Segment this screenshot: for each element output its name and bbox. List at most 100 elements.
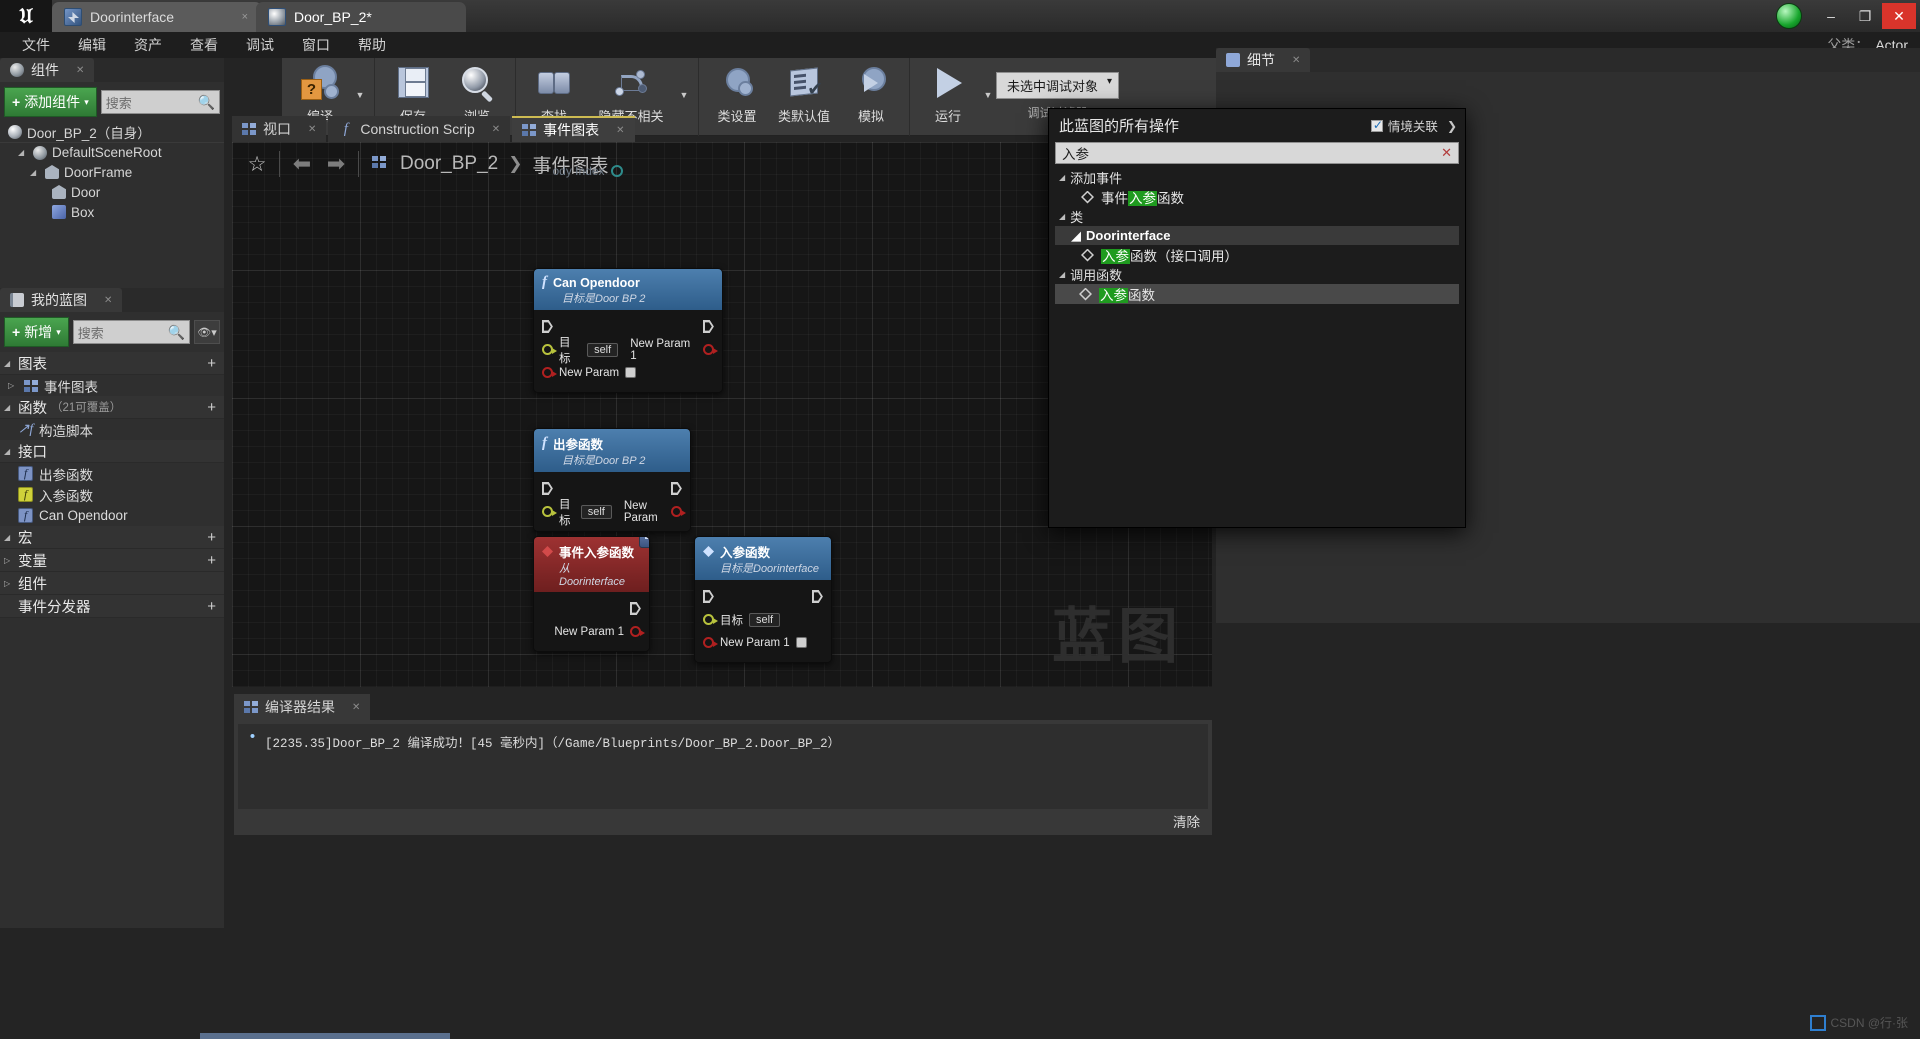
chevron-icon[interactable]: ◢ bbox=[1059, 173, 1065, 182]
tree-item-box[interactable]: Box bbox=[0, 202, 224, 222]
tree-item-door[interactable]: Door bbox=[0, 182, 224, 202]
window-tab-door-bp-2[interactable]: Door_BP_2* bbox=[256, 2, 466, 32]
add-function-button[interactable]: + bbox=[207, 399, 216, 416]
minimize-button[interactable]: – bbox=[1814, 3, 1848, 29]
target-self-chip[interactable]: self bbox=[587, 342, 619, 357]
exec-output-pin[interactable] bbox=[703, 320, 714, 333]
menu-file[interactable]: 文件 bbox=[8, 32, 64, 58]
tab-construction-script[interactable]: f Construction Scrip ✕ bbox=[328, 116, 511, 142]
new-param-1-output-pin[interactable] bbox=[630, 626, 645, 637]
blueprint-action-palette[interactable]: 此蓝图的所有操作 情境关联 ❯ 入参 ✕ ◢ 添加事件 事件入参函数 ◢ 类 bbox=[1048, 108, 1466, 528]
my-blueprint-search-input[interactable]: 搜索 🔍 bbox=[72, 320, 190, 344]
chevron-icon[interactable]: ▷ bbox=[4, 579, 14, 588]
chevron-icon[interactable]: ▷ bbox=[4, 556, 14, 565]
add-dispatcher-button[interactable]: + bbox=[207, 598, 216, 615]
chevron-icon[interactable]: ◢ bbox=[18, 148, 28, 157]
close-icon[interactable]: ✕ bbox=[308, 124, 316, 135]
palette-search-input[interactable]: 入参 ✕ bbox=[1055, 142, 1459, 164]
section-macros[interactable]: ◢ 宏 + bbox=[0, 526, 224, 549]
exec-output-pin[interactable] bbox=[630, 602, 641, 615]
list-item-chucan-function[interactable]: f 出参函数 bbox=[0, 463, 224, 484]
back-arrow-icon[interactable]: ⬅ bbox=[285, 147, 319, 181]
add-new-button[interactable]: + 新增 ▾ bbox=[4, 317, 69, 347]
close-icon[interactable]: ✕ bbox=[76, 65, 84, 76]
new-param-1-input-pin[interactable] bbox=[703, 637, 718, 648]
tab-compiler-results[interactable]: 编译器结果 ✕ bbox=[234, 694, 371, 720]
section-event-dispatchers[interactable]: ▾ 事件分发器 + bbox=[0, 595, 224, 618]
exec-input-pin[interactable] bbox=[542, 320, 553, 333]
add-component-button[interactable]: + 添加组件 ▾ bbox=[4, 87, 97, 117]
exec-input-pin[interactable] bbox=[542, 482, 553, 495]
target-input-pin[interactable] bbox=[542, 344, 557, 355]
node-event-rucan-function[interactable]: 事件入参函数 从 Doorinterface New Param 1 bbox=[533, 536, 650, 652]
chevron-icon[interactable]: ◢ bbox=[4, 403, 14, 412]
palette-item-rucan-function[interactable]: 入参函数 bbox=[1055, 284, 1459, 304]
section-components[interactable]: ▷ 组件 bbox=[0, 572, 224, 595]
node-chucan-function[interactable]: f 出参函数 目标是Door BP 2 目标 self New Param bbox=[533, 428, 691, 532]
clear-icon[interactable]: ✕ bbox=[1441, 145, 1452, 161]
close-button[interactable]: ✕ bbox=[1882, 3, 1916, 29]
menu-assets[interactable]: 资产 bbox=[120, 32, 176, 58]
menu-view[interactable]: 查看 bbox=[176, 32, 232, 58]
palette-category-call-function[interactable]: ◢ 调用函数 bbox=[1055, 265, 1459, 284]
node-can-opendoor[interactable]: f Can Opendoor 目标是Door BP 2 目标 self New … bbox=[533, 268, 723, 393]
chevron-icon[interactable]: ▷ bbox=[8, 381, 18, 390]
palette-category-add-event[interactable]: ◢ 添加事件 bbox=[1055, 168, 1459, 187]
tree-item-doorframe[interactable]: ◢ DoorFrame bbox=[0, 162, 224, 182]
close-icon[interactable]: × bbox=[242, 11, 248, 23]
close-icon[interactable]: ✕ bbox=[616, 125, 624, 136]
visibility-options-button[interactable]: 👁▾ bbox=[194, 320, 220, 344]
palette-item-rucan-function-interface-call[interactable]: 入参函数（接口调用） bbox=[1055, 245, 1459, 265]
maximize-button[interactable]: ❐ bbox=[1848, 3, 1882, 29]
context-sensitive-toggle[interactable]: 情境关联 ❯ bbox=[1370, 116, 1457, 135]
chevron-icon[interactable]: ◢ bbox=[4, 447, 14, 456]
tab-viewport[interactable]: 视口 ✕ bbox=[232, 116, 327, 142]
section-functions[interactable]: ◢ 函数 （21可覆盖） + bbox=[0, 396, 224, 419]
window-tab-doorinterface[interactable]: Doorinterface × bbox=[52, 2, 262, 32]
target-input-pin[interactable] bbox=[703, 614, 718, 625]
menu-help[interactable]: 帮助 bbox=[344, 32, 400, 58]
target-self-chip[interactable]: self bbox=[749, 612, 781, 627]
breadcrumb-root[interactable]: Door_BP_2 bbox=[400, 153, 498, 175]
list-item-can-opendoor[interactable]: f Can Opendoor bbox=[0, 505, 224, 526]
horizontal-scrollbar[interactable] bbox=[200, 1033, 450, 1039]
expand-icon[interactable]: ❯ bbox=[1447, 119, 1457, 133]
add-variable-button[interactable]: + bbox=[207, 552, 216, 569]
add-macro-button[interactable]: + bbox=[207, 529, 216, 546]
close-icon[interactable]: ✕ bbox=[492, 124, 500, 135]
palette-subheader-doorinterface[interactable]: ◢ Doorinterface bbox=[1055, 226, 1459, 245]
tab-event-graph[interactable]: 事件图表 ✕ bbox=[512, 116, 635, 142]
palette-item-event-rucan-function[interactable]: 事件入参函数 bbox=[1055, 187, 1459, 207]
chevron-icon[interactable]: ◢ bbox=[1071, 228, 1081, 244]
list-item-construction-script[interactable]: ↗ f 构造脚本 bbox=[0, 419, 224, 440]
target-self-chip[interactable]: self bbox=[580, 504, 612, 519]
tab-my-blueprint[interactable]: 我的蓝图 ✕ bbox=[0, 288, 123, 312]
checkbox-icon[interactable] bbox=[1370, 118, 1383, 132]
menu-window[interactable]: 窗口 bbox=[288, 32, 344, 58]
new-param-output-pin[interactable] bbox=[671, 506, 686, 517]
palette-category-class[interactable]: ◢ 类 bbox=[1055, 207, 1459, 226]
section-graphs[interactable]: ◢ 图表 + bbox=[0, 352, 224, 375]
chevron-icon[interactable]: ◢ bbox=[4, 359, 14, 368]
exec-output-pin[interactable] bbox=[671, 482, 682, 495]
node-rucan-function[interactable]: 入参函数 目标是Doorinterface 目标 self New Param bbox=[694, 536, 832, 663]
add-graph-button[interactable]: + bbox=[207, 355, 216, 372]
clear-button[interactable]: 清除 bbox=[1173, 811, 1200, 831]
new-param-1-checkbox[interactable] bbox=[795, 637, 807, 648]
close-icon[interactable]: ✕ bbox=[1292, 55, 1300, 66]
section-variables[interactable]: ▷ 变量 + bbox=[0, 549, 224, 572]
close-icon[interactable]: ✕ bbox=[104, 295, 112, 306]
chevron-icon[interactable]: ◢ bbox=[1059, 270, 1065, 279]
exec-output-pin[interactable] bbox=[812, 590, 823, 603]
section-interfaces[interactable]: ◢ 接口 bbox=[0, 440, 224, 463]
list-item-event-graph[interactable]: ▷ 事件图表 bbox=[0, 375, 224, 396]
tree-item-door-bp-2[interactable]: Door_BP_2（自身） bbox=[0, 122, 224, 142]
close-icon[interactable]: ✕ bbox=[352, 702, 360, 713]
tree-item-defaultsceneroot[interactable]: ◢ DefaultSceneRoot bbox=[0, 142, 224, 162]
chevron-icon[interactable]: ◢ bbox=[1059, 212, 1065, 221]
chevron-icon[interactable]: ◢ bbox=[30, 168, 40, 177]
new-param-input-pin[interactable] bbox=[542, 367, 557, 378]
tab-details[interactable]: 细节 ✕ bbox=[1216, 48, 1311, 72]
chevron-icon[interactable]: ◢ bbox=[4, 533, 14, 542]
new-param-checkbox[interactable] bbox=[625, 367, 637, 378]
